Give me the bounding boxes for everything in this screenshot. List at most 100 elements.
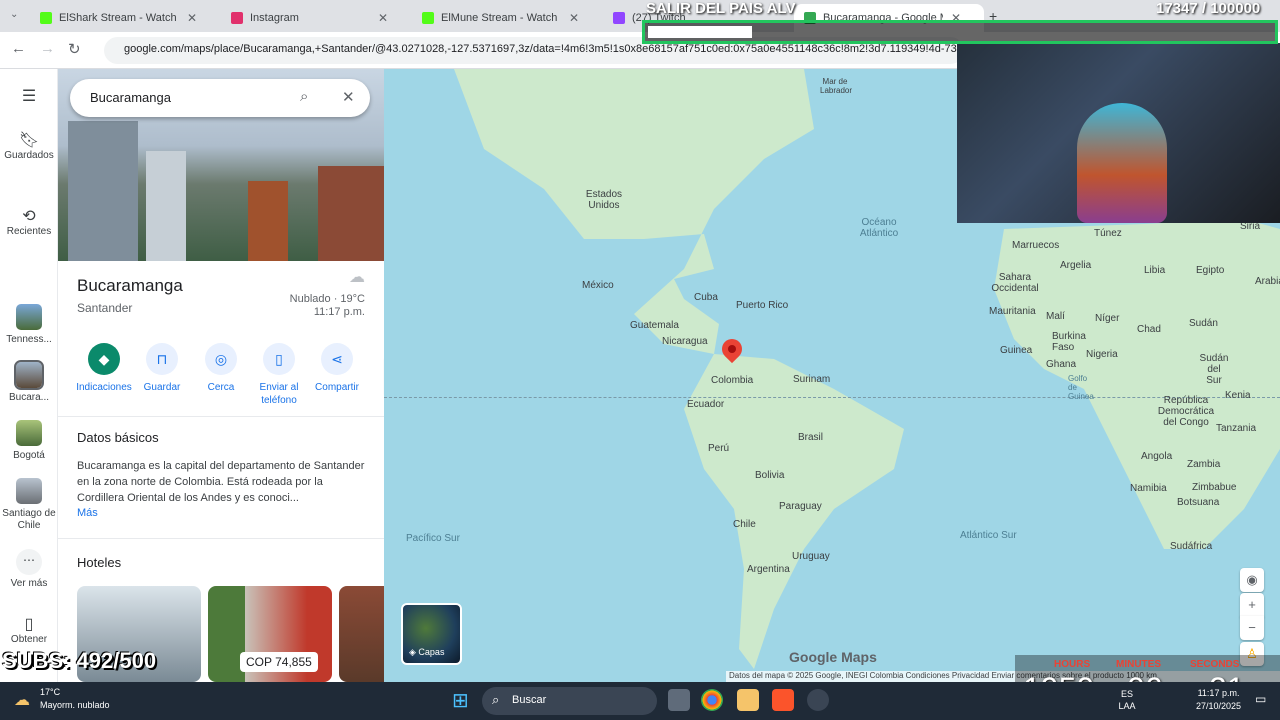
map-ocean-label: Golfo de Guinea [1068,374,1094,401]
close-tab-icon[interactable]: ✕ [378,11,388,25]
action-label: Compartir [315,382,359,393]
zoom-out-icon[interactable]: − [1240,616,1264,640]
history-icon: ⟲ [22,208,36,225]
map-label: Guinea [1000,345,1033,356]
place-thumbnail [14,360,44,390]
divider [58,538,384,539]
rail-recent-santiago[interactable]: Santiago de Chile [0,478,58,532]
menu-icon[interactable]: ☰ [0,89,58,105]
rail-recent[interactable]: ⟲ Recientes [0,208,58,238]
map-label: Estados Unidos [585,189,623,211]
map-label: Tanzania [1216,423,1257,434]
webcam-overlay [957,43,1280,223]
zoom-in-icon[interactable]: + [1240,593,1264,617]
stream-goal-count: 17347 / 100000 [1156,0,1261,17]
rail-saved[interactable]: 🔖︎ Guardados [0,132,58,162]
more-dots-icon: ⋯ [16,549,42,575]
timer-hours-label: HOURS [1054,659,1091,670]
search-box[interactable]: Bucaramanga ⌕ ✕ [70,79,370,117]
kick-icon [40,12,52,24]
taskbar-temp: 17°C [40,687,61,697]
place-title: Bucaramanga [77,276,183,295]
nearby-button[interactable]: ◎ Cerca [191,343,251,394]
rail-recent-tennessee[interactable]: Tenness... [0,304,58,346]
cloud-icon: ☁ [349,269,365,286]
map-label: Nicaragua [662,336,708,347]
tab-elmune[interactable]: ElMune Stream - Watch Live on ✕ [412,4,602,32]
rail-more-label: Ver más [10,578,48,589]
photo-building [248,181,288,261]
map-label: Libia [1144,265,1166,276]
map-label: Mar de Labrador [820,77,853,95]
map-label: Nigeria [1086,349,1118,360]
close-icon[interactable]: ✕ [342,88,355,106]
clock-date: 27/10/2025 [1196,701,1242,711]
rail-item-label: Tenness... [6,334,52,345]
map-label: Colombia [711,375,754,386]
bookmark-icon: 🔖︎ [18,132,40,149]
notification-icon[interactable]: ▭ [1255,692,1266,706]
layers-button[interactable]: ◈ Capas [401,603,462,665]
kick-icon [422,12,434,24]
save-button[interactable]: ⊓ Guardar [132,343,192,394]
hotel-card[interactable] [339,586,384,682]
weather-cloud-icon[interactable]: ☁ [14,690,30,710]
taskbar-clock[interactable]: 11:17 p.m. 27/10/2025 [1196,687,1241,713]
search-input[interactable]: Bucaramanga [90,90,171,105]
back-icon[interactable]: ← [11,40,26,57]
map-label: Mauritania [989,306,1036,317]
windows-start-icon[interactable]: ⊞ [452,688,469,713]
goal-progress-fill [648,26,752,38]
file-explorer-icon[interactable] [737,689,759,711]
language-indicator[interactable]: ES LAA [1113,688,1141,712]
map-label: Perú [708,443,730,454]
place-thumbnail [16,420,42,446]
rail-recent-bogota[interactable]: Bogotá [0,420,58,462]
rail-recent-label: Recientes [6,226,52,237]
search-icon[interactable]: ⌕ [300,88,308,105]
layers-icon: ◈ [409,647,419,657]
map-label: Surinam [793,374,831,385]
close-tab-icon[interactable]: ✕ [187,11,197,25]
task-view-icon[interactable] [668,689,690,711]
search-icon: ⌕ [492,692,500,707]
taskbar-search[interactable]: ⌕ Buscar [482,687,657,715]
share-button[interactable]: ⋖ Compartir [307,343,367,394]
my-location-icon[interactable]: ◉ [1240,568,1264,592]
send-to-phone-icon: ▯ [263,343,295,375]
clock-time: 11:17 p.m. [1197,688,1240,698]
windows-taskbar: ☁ 17°C Mayorm. nublado ⊞ ⌕ Buscar 11:17 … [0,682,1280,720]
directions-button[interactable]: ◆ Indicaciones [74,343,134,394]
more-link[interactable]: Más [77,507,98,519]
reload-icon[interactable]: ↻ [68,40,81,58]
tab-title: ElShark Stream - Watch Live on [59,12,179,24]
tab-instagram[interactable]: Instagram ✕ [221,4,411,32]
rail-more[interactable]: ⋯ Ver más [0,549,58,590]
map-label: Argelia [1060,260,1092,271]
map-label: Uruguay [792,551,830,562]
tab-title: Instagram [250,12,299,24]
forward-icon[interactable]: → [40,40,55,57]
taskbar-weather[interactable]: 17°C Mayorm. nublado [40,686,110,712]
place-subtitle: Santander [77,301,133,315]
brave-icon[interactable] [772,689,794,711]
chrome-icon[interactable] [701,689,723,711]
hotels-heading: Hoteles [77,555,122,570]
taskbar-condition: Mayorm. nublado [40,700,110,710]
rail-recent-bucaramanga[interactable]: Bucara... [0,360,58,404]
place-thumbnail [16,478,42,504]
map-label: Guatemala [630,320,679,331]
app-icon[interactable] [807,689,829,711]
instagram-icon [231,12,243,24]
close-tab-icon[interactable]: ✕ [569,11,579,25]
action-label: Cerca [207,382,235,393]
rail-item-label: Bucara... [8,392,50,403]
tab-elshark[interactable]: ElShark Stream - Watch Live on ✕ [30,4,220,32]
rail-get-app[interactable]: ▯ Obtener [0,617,58,646]
map-label: Zimbabue [1192,482,1237,493]
send-to-phone-button[interactable]: ▯ Enviar al teléfono [249,343,309,407]
tab-search-chevron-icon[interactable]: ⌄ [10,9,18,20]
rail-app-label: Obtener [10,634,48,645]
bookmark-icon: ⊓ [146,343,178,375]
map-ocean-label: Atlántico Sur [960,530,1017,541]
